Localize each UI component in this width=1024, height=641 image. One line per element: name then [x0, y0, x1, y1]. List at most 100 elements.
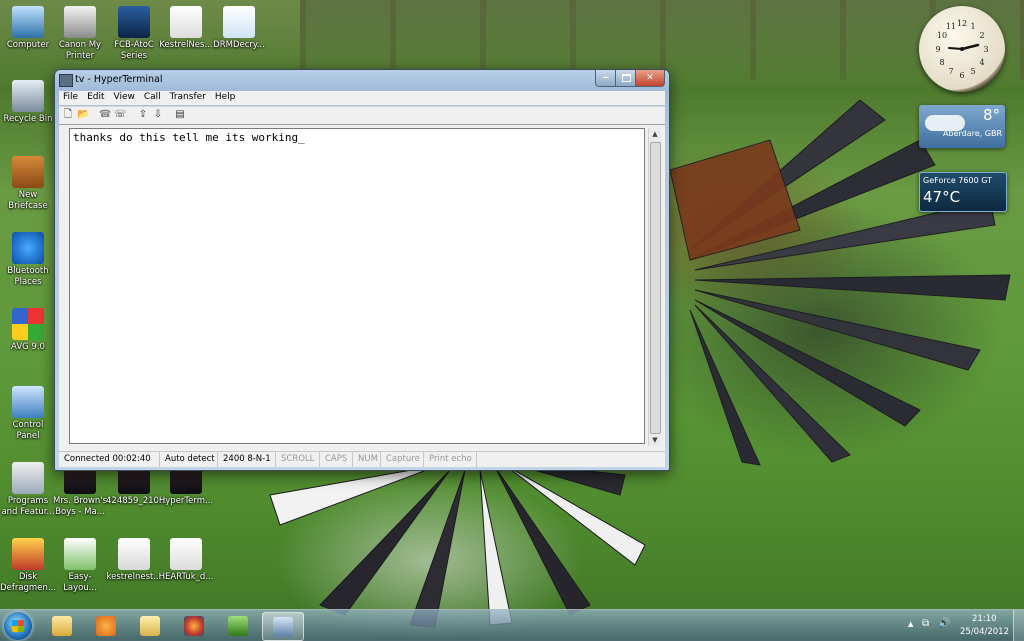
- gpu-name: GeForce 7600 GT: [923, 176, 993, 185]
- desktop-icon-label: Canon My Printer: [58, 40, 102, 61]
- desktop-icon[interactable]: Easy-Layou...: [52, 538, 108, 593]
- svg-text:10: 10: [937, 31, 947, 40]
- briefcase-icon: [12, 156, 44, 188]
- desktop-icon-label: DRMDecry...: [213, 40, 265, 50]
- close-button[interactable]: ✕: [635, 70, 665, 87]
- send-icon[interactable]: ⇪: [137, 109, 149, 121]
- status-settings: 2400 8-N-1: [218, 452, 276, 467]
- desktop-icon-label: KestrelNes...: [159, 40, 213, 50]
- svg-text:8: 8: [939, 58, 944, 67]
- wallpaper-tail: [269, 462, 646, 628]
- open-icon[interactable]: 📂: [77, 109, 89, 121]
- network-tray-icon[interactable]: ⧉: [922, 618, 929, 629]
- easy-layout-icon: [64, 538, 96, 570]
- clock-time[interactable]: 21:10: [972, 614, 997, 624]
- volume-icon[interactable]: 🔊: [938, 618, 950, 629]
- scroll-thumb[interactable]: [650, 142, 661, 434]
- menu-call[interactable]: Call: [140, 91, 166, 105]
- status-detect: Auto detect: [160, 452, 218, 467]
- close-icon: ✕: [646, 73, 654, 83]
- maximize-button[interactable]: [615, 70, 637, 87]
- terminal-area: thanks do this tell me its working_ ▲ ▼: [59, 124, 665, 451]
- app-shortcut-icon: [118, 6, 150, 38]
- pdf-icon: [170, 538, 202, 570]
- properties-icon[interactable]: ▤: [174, 109, 186, 121]
- toolbar: 🗋 📂 ☎ ☏ ⇪ ⇩ ▤: [59, 106, 665, 124]
- vertical-scrollbar[interactable]: ▲ ▼: [648, 128, 661, 446]
- desktop-icon[interactable]: Programs and Featur...: [0, 462, 56, 517]
- taskbar-button[interactable]: [262, 612, 304, 641]
- new-connection-icon[interactable]: 🗋: [62, 109, 74, 121]
- svg-text:1: 1: [970, 22, 975, 31]
- gpu-temp: 47°C: [923, 188, 961, 206]
- taskbar-button[interactable]: [86, 612, 126, 639]
- desktop-icon[interactable]: Recycle Bin: [0, 80, 56, 125]
- show-hidden-icons[interactable]: ▲: [908, 620, 913, 628]
- taskbar-button[interactable]: [218, 612, 258, 639]
- clock-gadget[interactable]: 12 1 2 345 678 9 10 11: [919, 6, 1005, 92]
- desktop-icon[interactable]: AVG 9.0: [0, 308, 56, 353]
- network-icon: [228, 615, 248, 636]
- svg-text:12: 12: [957, 19, 967, 28]
- desktop-icon-label: Bluetooth Places: [7, 266, 49, 287]
- pdf-icon: [170, 6, 202, 38]
- minimize-icon: ‒: [602, 73, 610, 83]
- svg-text:5: 5: [970, 67, 975, 76]
- desktop-icon[interactable]: FCB-AtoC Series: [106, 6, 162, 61]
- desktop-icon-label: Recycle Bin: [3, 114, 53, 124]
- desktop-icon[interactable]: Computer: [0, 6, 56, 51]
- scroll-up-icon[interactable]: ▲: [649, 128, 661, 140]
- avg-icon: [12, 308, 44, 340]
- recycle-bin-icon: [12, 80, 44, 112]
- clock-date[interactable]: 25/04/2012: [960, 627, 1009, 637]
- status-scroll: SCROLL: [276, 452, 320, 467]
- desktop-icon[interactable]: Bluetooth Places: [0, 232, 56, 287]
- menu-bar: File Edit View Call Transfer Help: [59, 91, 665, 105]
- minimize-button[interactable]: ‒: [595, 70, 617, 87]
- menu-transfer[interactable]: Transfer: [166, 91, 211, 105]
- desktop-icon-label: 424859_210...: [106, 496, 168, 506]
- terminal-screen[interactable]: thanks do this tell me its working_: [69, 128, 645, 444]
- taskbar: ▲ ⧉ 🔊 21:10 25/04/2012: [0, 609, 1024, 641]
- printer-icon: [64, 6, 96, 38]
- menu-view[interactable]: View: [110, 91, 140, 105]
- desktop-icon[interactable]: HEARTuk_d...: [158, 538, 214, 583]
- svg-text:4: 4: [979, 58, 984, 67]
- connect-icon[interactable]: ☏: [114, 109, 127, 121]
- media-player-icon: [96, 615, 116, 636]
- desktop-icon[interactable]: KestrelNes...: [158, 6, 214, 51]
- taskbar-button[interactable]: [130, 612, 170, 639]
- maximize-icon: [621, 74, 631, 82]
- svg-text:9: 9: [935, 45, 940, 54]
- firefox-icon: [184, 615, 204, 636]
- desktop-icon[interactable]: Control Panel: [0, 386, 56, 441]
- desktop-icon[interactable]: kestrelnest...: [106, 538, 162, 583]
- disconnect-icon[interactable]: ☎: [99, 109, 111, 121]
- menu-file[interactable]: File: [59, 91, 83, 105]
- scroll-down-icon[interactable]: ▼: [649, 434, 661, 446]
- hyperterminal-icon: [273, 616, 293, 637]
- clock-face-icon: 12 12 345 678 91011: [935, 19, 988, 80]
- desktop-icon[interactable]: DRMDecry...: [211, 6, 267, 51]
- taskbar-button[interactable]: [42, 612, 82, 639]
- status-print-echo: Print echo: [424, 452, 477, 467]
- title-bar[interactable]: tv - HyperTerminal ‒ ✕: [55, 70, 669, 90]
- desktop-icon-label: Control Panel: [12, 420, 44, 441]
- menu-edit[interactable]: Edit: [83, 91, 109, 105]
- gpu-gadget[interactable]: GeForce 7600 GT 47°C: [919, 172, 1007, 212]
- defrag-icon: [12, 538, 44, 570]
- status-num: NUM: [353, 452, 381, 467]
- show-desktop-button[interactable]: [1013, 610, 1024, 641]
- taskbar-button[interactable]: [174, 612, 214, 639]
- start-button[interactable]: [4, 612, 32, 640]
- desktop-icon[interactable]: New Briefcase: [0, 156, 56, 211]
- weather-gadget[interactable]: 8° Aberdare, GBR: [919, 105, 1005, 148]
- wallpaper-fence: [300, 0, 1024, 80]
- desktop-icon-label: New Briefcase: [8, 190, 48, 211]
- menu-help[interactable]: Help: [211, 91, 241, 105]
- desktop-icon[interactable]: Disk Defragmen...: [0, 538, 56, 593]
- desktop-icon[interactable]: Canon My Printer: [52, 6, 108, 61]
- explorer-icon: [52, 615, 72, 636]
- hyperterminal-window[interactable]: tv - HyperTerminal ‒ ✕ File Edit View Ca…: [54, 69, 670, 471]
- receive-icon[interactable]: ⇩: [152, 109, 164, 121]
